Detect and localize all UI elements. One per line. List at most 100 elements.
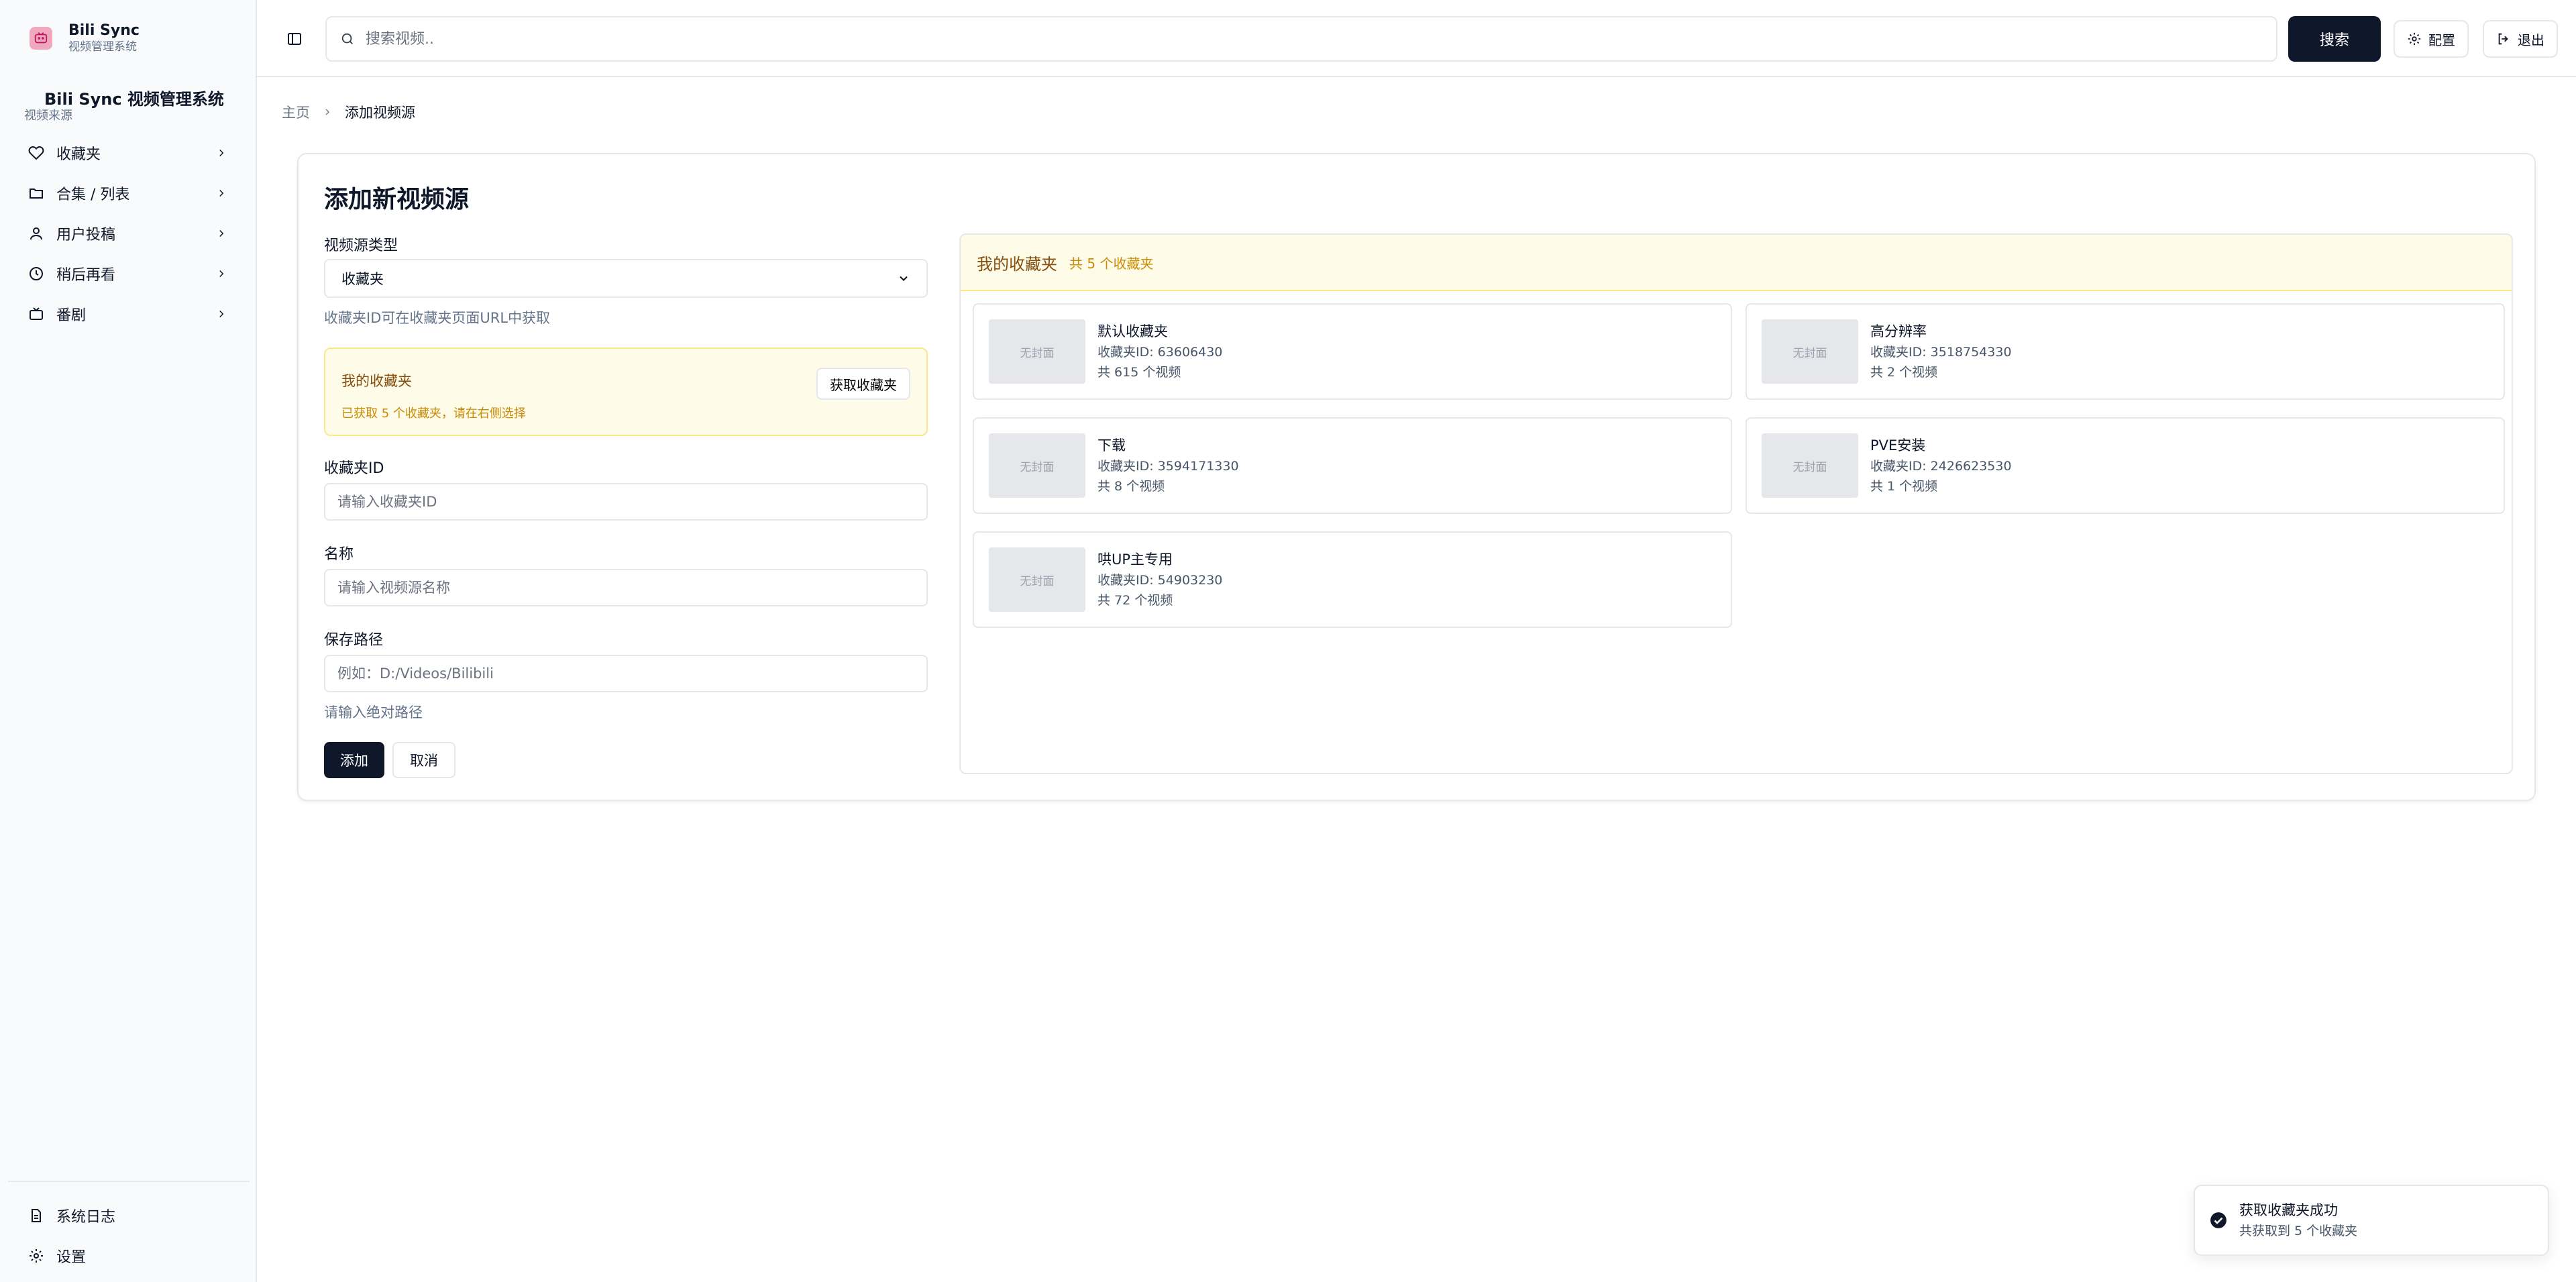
sidebar-item-bangumi[interactable]: 番剧 — [0, 294, 256, 334]
sidebar-item-settings[interactable]: 设置 — [8, 1236, 250, 1276]
favorite-name: 默认收藏夹 — [1097, 323, 1168, 339]
sidebar-group-label: 视频来源 — [24, 109, 72, 123]
toast-title: 获取收藏夹成功 — [2239, 1202, 2338, 1218]
sidebar-item-label: 设置 — [56, 1249, 87, 1266]
search-input[interactable] — [366, 30, 2276, 48]
my-favorites-hint: 已获取 5 个收藏夹，请在右侧选择 — [341, 407, 526, 421]
sidebar-item-label: 稍后再看 — [56, 267, 116, 284]
favorite-video-count: 共 2 个视频 — [1870, 365, 1938, 380]
sidebar-toggle-icon[interactable] — [286, 31, 303, 47]
app-root: Bili Sync 视频管理系统 Bili Sync 视频管理系统 视频来源 收… — [0, 0, 2576, 1282]
favorite-id-label: 收藏夹ID — [324, 460, 384, 477]
chevron-right-icon — [215, 268, 227, 280]
favorite-card[interactable]: 无封面 高分辨率 收藏夹ID: 3518754330 共 2 个视频 — [1746, 303, 2505, 400]
sidebar-item-label: 用户投稿 — [56, 227, 116, 244]
cover-placeholder: 无封面 — [989, 547, 1085, 612]
chevron-right-icon — [215, 227, 227, 239]
chevron-right-icon — [215, 308, 227, 320]
logout-icon — [2498, 33, 2508, 45]
save-path-field[interactable] — [324, 655, 928, 692]
brand[interactable]: Bili Sync 视频管理系统 — [30, 22, 140, 54]
brand-title: Bili Sync — [68, 22, 140, 39]
chevron-right-icon — [322, 107, 333, 117]
check-circle-icon — [2210, 1212, 2226, 1228]
favorite-video-count: 共 1 个视频 — [1870, 479, 1938, 494]
source-type-select[interactable]: 收藏夹 — [324, 259, 928, 298]
favorite-id: 收藏夹ID: 3518754330 — [1870, 345, 2012, 360]
config-label: 配置 — [2428, 32, 2455, 48]
gear-icon — [2408, 32, 2421, 46]
sidebar-item-favorites[interactable]: 收藏夹 — [0, 133, 256, 173]
favorite-id: 收藏夹ID: 3594171330 — [1097, 459, 1239, 474]
favorites-count: 共 5 个收藏夹 — [1069, 255, 1154, 272]
sidebar-footer: 系统日志 设置 — [8, 1181, 250, 1276]
config-button[interactable]: 配置 — [2394, 20, 2469, 58]
search-button[interactable]: 搜索 — [2288, 16, 2381, 62]
form-actions: 添加 取消 — [324, 742, 928, 778]
breadcrumb: 主页 添加视频源 — [282, 102, 415, 122]
name-field[interactable] — [324, 569, 928, 606]
favorites-grid: 无封面 默认收藏夹 收藏夹ID: 63606430 共 615 个视频 无封面 … — [961, 291, 2512, 640]
cover-placeholder: 无封面 — [989, 319, 1085, 384]
breadcrumb-home[interactable]: 主页 — [282, 102, 310, 122]
favorites-list-title: 我的收藏夹 — [977, 254, 1057, 274]
favorite-video-count: 共 8 个视频 — [1097, 479, 1165, 494]
favorite-id-field[interactable] — [324, 483, 928, 521]
logout-label: 退出 — [2518, 32, 2544, 48]
cover-placeholder: 无封面 — [1762, 319, 1858, 384]
sidebar-nav: 收藏夹 合集 / 列表 用户投稿 稍后再看 番剧 — [0, 133, 256, 334]
chevron-right-icon — [215, 187, 227, 199]
save-path-hint: 请输入绝对路径 — [324, 704, 423, 720]
add-source-form: 视频源类型 收藏夹 收藏夹ID可在收藏夹页面URL中获取 我的收藏夹 已获取 5… — [324, 233, 928, 778]
favorites-list-header: 我的收藏夹 共 5 个收藏夹 — [961, 235, 2512, 291]
source-type-label: 视频源类型 — [324, 237, 398, 254]
favorite-id: 收藏夹ID: 54903230 — [1097, 573, 1223, 588]
breadcrumb-current: 添加视频源 — [345, 105, 415, 121]
clock-icon — [28, 266, 44, 282]
cancel-button[interactable]: 取消 — [392, 742, 455, 778]
sidebar-item-label: 合集 / 列表 — [56, 186, 130, 203]
favorite-name: 哄UP主专用 — [1097, 551, 1173, 568]
sidebar-item-submissions[interactable]: 用户投稿 — [0, 213, 256, 254]
user-icon — [28, 225, 44, 242]
favorite-video-count: 共 615 个视频 — [1097, 365, 1181, 380]
favorite-card[interactable]: 无封面 下载 收藏夹ID: 3594171330 共 8 个视频 — [973, 417, 1732, 514]
sidebar-item-label: 收藏夹 — [56, 146, 101, 163]
sidebar-item-collections[interactable]: 合集 / 列表 — [0, 173, 256, 213]
favorite-name: 下载 — [1097, 437, 1126, 453]
my-favorites-title: 我的收藏夹 — [341, 373, 412, 389]
toast-description: 共获取到 5 个收藏夹 — [2239, 1224, 2358, 1238]
sidebar-item-watch-later[interactable]: 稍后再看 — [0, 254, 256, 294]
favorite-card[interactable]: 无封面 PVE安装 收藏夹ID: 2426623530 共 1 个视频 — [1746, 417, 2505, 514]
chevron-down-icon — [900, 276, 908, 281]
cover-placeholder: 无封面 — [1762, 433, 1858, 498]
tv-icon — [28, 306, 44, 322]
add-button[interactable]: 添加 — [324, 742, 384, 778]
page-title: 添加新视频源 — [324, 186, 470, 213]
bilibili-logo-icon — [30, 27, 52, 50]
favorites-list-panel: 我的收藏夹 共 5 个收藏夹 无封面 默认收藏夹 收藏夹ID: 63606430… — [959, 233, 2513, 774]
favorite-card[interactable]: 无封面 哄UP主专用 收藏夹ID: 54903230 共 72 个视频 — [973, 531, 1732, 628]
sidebar-item-label: 系统日志 — [56, 1209, 116, 1226]
fetch-favorites-button[interactable]: 获取收藏夹 — [816, 368, 910, 400]
save-path-label: 保存路径 — [324, 632, 384, 649]
success-toast[interactable]: 获取收藏夹成功 共获取到 5 个收藏夹 — [2194, 1185, 2549, 1256]
source-type-hint: 收藏夹ID可在收藏夹页面URL中获取 — [324, 310, 551, 326]
search-icon — [341, 33, 353, 44]
add-source-card: 添加新视频源 视频源类型 收藏夹 收藏夹ID可在收藏夹页面URL中获取 我的收藏… — [297, 153, 2536, 801]
favorite-card[interactable]: 无封面 默认收藏夹 收藏夹ID: 63606430 共 615 个视频 — [973, 303, 1732, 400]
search-box — [325, 16, 2277, 62]
sidebar-item-system-log[interactable]: 系统日志 — [8, 1195, 250, 1236]
folder-icon — [28, 185, 44, 201]
logout-button[interactable]: 退出 — [2483, 20, 2558, 58]
chevron-right-icon — [215, 147, 227, 159]
favorite-id: 收藏夹ID: 2426623530 — [1870, 459, 2012, 474]
file-text-icon — [28, 1208, 44, 1224]
gear-icon — [28, 1248, 44, 1264]
heart-icon — [28, 145, 44, 161]
favorite-video-count: 共 72 个视频 — [1097, 593, 1173, 608]
source-type-value: 收藏夹 — [341, 271, 384, 287]
sidebar: Bili Sync 视频管理系统 Bili Sync 视频管理系统 视频来源 收… — [0, 0, 257, 1282]
favorite-id: 收藏夹ID: 63606430 — [1097, 345, 1223, 360]
cover-placeholder: 无封面 — [989, 433, 1085, 498]
